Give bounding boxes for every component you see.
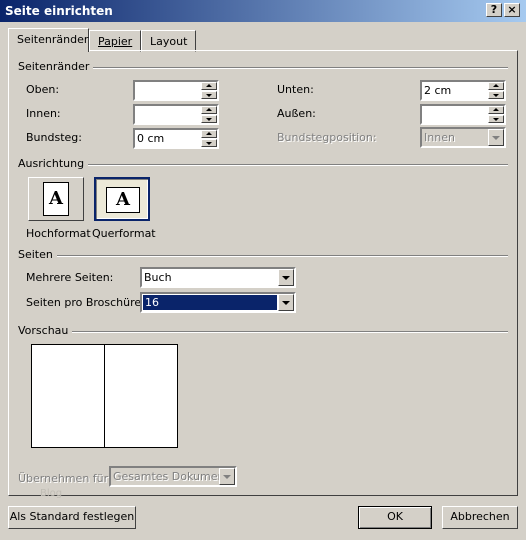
orientation-group-label: Ausrichtung <box>18 157 89 170</box>
spin-down-button[interactable] <box>488 91 504 99</box>
spin-up-button[interactable] <box>488 106 504 114</box>
sheets-per-booklet-value: 16 <box>143 295 277 310</box>
preview-group-label: Vorschau <box>18 324 73 337</box>
inner-margin-label: Innen: <box>26 107 61 120</box>
group-divider <box>66 331 508 333</box>
bottom-margin-label: Unten: <box>277 83 314 96</box>
spin-up-button[interactable] <box>201 106 217 114</box>
spin-up-button[interactable] <box>488 82 504 90</box>
gutter-position-label: Bundstegposition: <box>277 131 377 144</box>
chevron-down-icon[interactable] <box>278 269 294 286</box>
tab-seitenraender[interactable]: Seitenränder <box>8 28 89 52</box>
sheets-per-booklet-label: Seiten pro Broschüre: <box>26 296 145 309</box>
inner-margin-input[interactable] <box>133 104 219 125</box>
bottom-margin-value: 2 cm <box>424 84 452 97</box>
tab-label: Papier <box>98 35 133 48</box>
landscape-button[interactable]: A <box>94 177 150 221</box>
set-default-button[interactable]: Als Standard festlegen <box>8 506 136 529</box>
gutter-label: Bundsteg: <box>26 131 82 144</box>
preview-page-left <box>31 344 105 448</box>
chevron-down-icon <box>488 129 504 146</box>
chevron-down-icon <box>219 468 235 485</box>
tab-layout[interactable]: Layout <box>141 30 196 52</box>
tab-label: Seitenränder <box>17 33 89 46</box>
tab-label: Layout <box>150 35 188 48</box>
preview-page-right <box>104 344 178 448</box>
portrait-label: Hochformat <box>26 227 91 240</box>
outer-margin-label: Außen: <box>277 107 316 120</box>
outer-margin-input[interactable] <box>420 104 506 125</box>
spin-down-button[interactable] <box>201 139 217 147</box>
chevron-down-icon[interactable] <box>278 294 294 311</box>
gutter-input[interactable]: 0 cm <box>133 128 219 149</box>
help-button[interactable]: ? <box>486 3 502 17</box>
group-divider <box>56 255 508 257</box>
cancel-button[interactable]: Abbrechen <box>442 506 518 529</box>
multiple-pages-label: Mehrere Seiten: <box>26 271 114 284</box>
ok-button[interactable]: OK <box>358 506 432 529</box>
sheets-per-booklet-select[interactable]: 16 <box>140 292 296 313</box>
margins-group-label: Seitenränder <box>18 60 94 73</box>
apply-to-label: Übernehmen für: <box>18 472 112 485</box>
gutter-value: 0 cm <box>137 132 165 145</box>
spin-down-button[interactable] <box>488 115 504 123</box>
bottom-margin-input[interactable]: 2 cm <box>420 80 506 101</box>
gutter-position-value: Innen <box>424 131 455 144</box>
gutter-position-select[interactable]: Innen <box>420 127 506 148</box>
multiple-pages-select[interactable]: Buch <box>140 267 296 288</box>
window-title: Seite einrichten <box>5 4 113 18</box>
portrait-button[interactable]: A <box>28 177 84 221</box>
group-divider <box>84 67 508 69</box>
landscape-label: Querformat <box>92 227 156 240</box>
portrait-page-icon: A <box>43 182 69 216</box>
group-divider <box>80 164 508 166</box>
landscape-page-icon: A <box>106 187 140 213</box>
apply-to-select[interactable]: Gesamtes Dokument <box>109 466 237 487</box>
top-margin-input[interactable] <box>133 80 219 101</box>
spin-down-button[interactable] <box>201 115 217 123</box>
close-button[interactable]: × <box>504 3 520 17</box>
top-margin-label: Oben: <box>26 83 60 96</box>
ghost-text: Blog <box>40 488 63 499</box>
tab-papier[interactable]: Papier <box>89 30 141 52</box>
spin-up-button[interactable] <box>201 82 217 90</box>
spin-down-button[interactable] <box>201 91 217 99</box>
pages-group-label: Seiten <box>18 248 57 261</box>
apply-to-value: Gesamtes Dokument <box>113 470 229 483</box>
spin-up-button[interactable] <box>201 130 217 138</box>
multiple-pages-value: Buch <box>144 271 172 284</box>
